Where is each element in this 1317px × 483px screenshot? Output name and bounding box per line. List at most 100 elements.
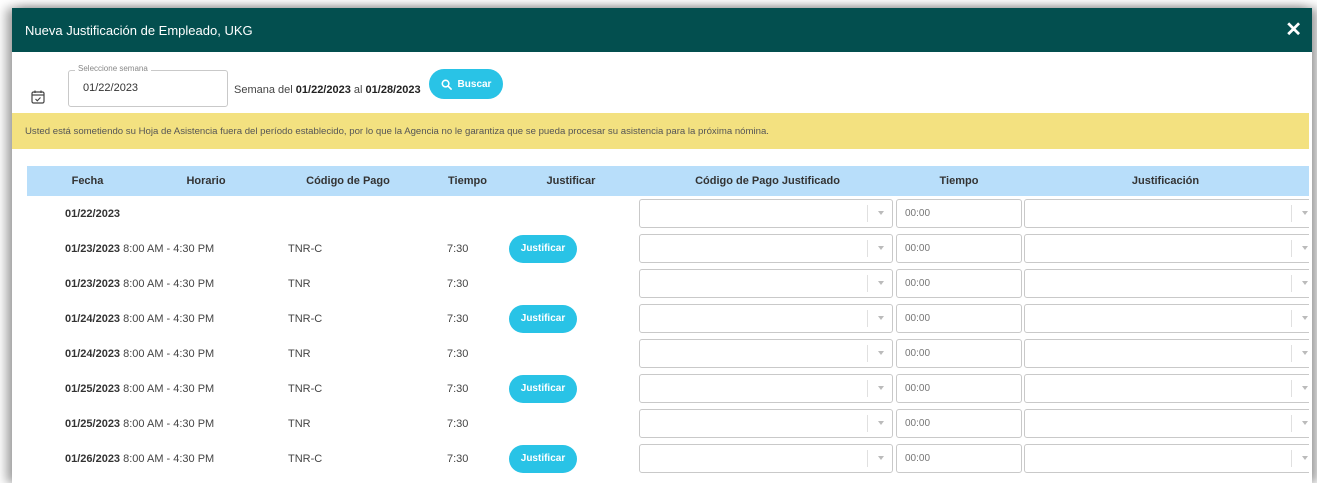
row-schedule: 8:00 AM - 4:30 PM bbox=[123, 347, 215, 360]
justified-time-cell bbox=[896, 371, 1022, 406]
justified-time-input[interactable] bbox=[896, 339, 1022, 368]
fecha-horario-cell: 01/24/2023 8:00 AM - 4:30 PM bbox=[27, 301, 264, 336]
table-row: 01/22/2023 bbox=[27, 196, 1309, 231]
fecha-horario-cell: 01/23/2023 8:00 AM - 4:30 PM bbox=[27, 266, 264, 301]
justified-code-select[interactable] bbox=[639, 269, 893, 298]
justified-time-cell bbox=[896, 196, 1022, 231]
justified-code-cell bbox=[639, 336, 896, 371]
justified-code-select[interactable] bbox=[639, 234, 893, 263]
time-cell: 7:30 bbox=[447, 452, 469, 465]
row-date: 01/24/2023 bbox=[65, 312, 121, 325]
justified-code-select[interactable] bbox=[639, 199, 893, 228]
justified-time-input[interactable] bbox=[896, 444, 1022, 473]
justify-cell bbox=[503, 406, 639, 441]
pay-code-cell: TNR bbox=[288, 347, 311, 360]
justified-time-cell bbox=[896, 406, 1022, 441]
justification-cell bbox=[1022, 231, 1309, 266]
justified-code-cell bbox=[639, 371, 896, 406]
justification-select[interactable] bbox=[1024, 444, 1309, 473]
time-cell: 7:30 bbox=[447, 347, 469, 360]
week-date-input[interactable] bbox=[81, 81, 225, 95]
modal-header: Nueva Justificación de Empleado, UKG ✕ bbox=[12, 8, 1312, 52]
pay-code-cell: TNR-C bbox=[288, 312, 323, 325]
search-button[interactable]: Buscar bbox=[429, 69, 503, 99]
chevron-down-icon bbox=[878, 211, 884, 215]
row-schedule: 8:00 AM - 4:30 PM bbox=[123, 242, 215, 255]
justified-code-select[interactable] bbox=[639, 304, 893, 333]
justify-button[interactable]: Justificar bbox=[509, 234, 577, 263]
justify-button[interactable]: Justificar bbox=[509, 374, 577, 403]
justify-cell: Justificar bbox=[503, 441, 639, 476]
week-start-date: 01/22/2023 bbox=[295, 84, 351, 96]
time-cell bbox=[432, 196, 503, 231]
justified-code-cell bbox=[639, 266, 896, 301]
justified-time-input[interactable] bbox=[896, 269, 1022, 298]
chevron-down-icon bbox=[878, 421, 884, 425]
justification-select[interactable] bbox=[1024, 339, 1309, 368]
col-header-tiempo: Tiempo bbox=[432, 166, 503, 196]
pay-code-cell: TNR bbox=[288, 417, 311, 430]
chevron-down-icon bbox=[1302, 281, 1308, 285]
justification-select[interactable] bbox=[1024, 374, 1309, 403]
justify-button[interactable]: Justificar bbox=[509, 444, 577, 473]
time-cell: 7:30 bbox=[447, 382, 469, 395]
table-row: 01/26/2023 8:00 AM - 4:30 PM TNR-C 7:30 … bbox=[27, 441, 1309, 476]
justification-cell bbox=[1022, 196, 1309, 231]
row-schedule: 8:00 AM - 4:30 PM bbox=[123, 417, 215, 430]
chevron-down-icon bbox=[878, 351, 884, 355]
justified-code-cell bbox=[639, 231, 896, 266]
justified-time-input[interactable] bbox=[896, 234, 1022, 263]
justification-select[interactable] bbox=[1024, 269, 1309, 298]
row-date: 01/24/2023 bbox=[65, 347, 121, 360]
justified-code-select[interactable] bbox=[639, 339, 893, 368]
row-schedule: 8:00 AM - 4:30 PM bbox=[123, 277, 215, 290]
justify-cell bbox=[503, 336, 639, 371]
week-date-field: Seleccione semana bbox=[68, 64, 228, 107]
time-cell: 7:30 bbox=[447, 242, 469, 255]
justified-time-cell bbox=[896, 336, 1022, 371]
search-button-label: Buscar bbox=[457, 78, 492, 90]
justified-code-cell bbox=[639, 441, 896, 476]
row-date: 01/23/2023 bbox=[65, 277, 121, 290]
close-icon[interactable]: ✕ bbox=[1285, 20, 1302, 40]
justified-time-input[interactable] bbox=[896, 374, 1022, 403]
justify-cell bbox=[503, 266, 639, 301]
justification-select[interactable] bbox=[1024, 409, 1309, 438]
justified-code-select[interactable] bbox=[639, 409, 893, 438]
justified-code-cell bbox=[639, 406, 896, 441]
justify-button[interactable]: Justificar bbox=[509, 304, 577, 333]
justification-select[interactable] bbox=[1024, 199, 1309, 228]
fecha-horario-cell: 01/22/2023 bbox=[27, 196, 264, 231]
table-body: 01/22/2023 01/23/2023 8:00 AM - 4:30 PM bbox=[27, 196, 1309, 476]
calendar-icon[interactable] bbox=[30, 89, 46, 105]
chevron-down-icon bbox=[1302, 456, 1308, 460]
justification-cell bbox=[1022, 371, 1309, 406]
justify-cell bbox=[503, 196, 639, 231]
col-header-justificar: Justificar bbox=[503, 166, 639, 196]
justified-time-cell bbox=[896, 266, 1022, 301]
col-header-codigo-pago: Código de Pago bbox=[264, 166, 432, 196]
table-row: 01/25/2023 8:00 AM - 4:30 PM TNR 7:30 bbox=[27, 406, 1309, 441]
fecha-horario-cell: 01/26/2023 8:00 AM - 4:30 PM bbox=[27, 441, 264, 476]
justification-cell bbox=[1022, 336, 1309, 371]
justified-time-input[interactable] bbox=[896, 199, 1022, 228]
justification-select[interactable] bbox=[1024, 304, 1309, 333]
chevron-down-icon bbox=[878, 456, 884, 460]
justification-select[interactable] bbox=[1024, 234, 1309, 263]
justification-cell bbox=[1022, 266, 1309, 301]
chevron-down-icon bbox=[878, 246, 884, 250]
row-schedule: 8:00 AM - 4:30 PM bbox=[123, 382, 215, 395]
week-field-label: Seleccione semana bbox=[75, 64, 151, 73]
fecha-horario-cell: 01/24/2023 8:00 AM - 4:30 PM bbox=[27, 336, 264, 371]
justified-time-input[interactable] bbox=[896, 409, 1022, 438]
time-cell: 7:30 bbox=[447, 312, 469, 325]
row-date: 01/26/2023 bbox=[65, 452, 121, 465]
table-row: 01/25/2023 8:00 AM - 4:30 PM TNR-C 7:30 … bbox=[27, 371, 1309, 406]
chevron-down-icon bbox=[1302, 211, 1308, 215]
row-date: 01/23/2023 bbox=[65, 242, 121, 255]
justified-code-select[interactable] bbox=[639, 444, 893, 473]
justified-code-select[interactable] bbox=[639, 374, 893, 403]
pay-code-cell: TNR-C bbox=[288, 382, 323, 395]
justified-time-input[interactable] bbox=[896, 304, 1022, 333]
fecha-horario-cell: 01/23/2023 8:00 AM - 4:30 PM bbox=[27, 231, 264, 266]
